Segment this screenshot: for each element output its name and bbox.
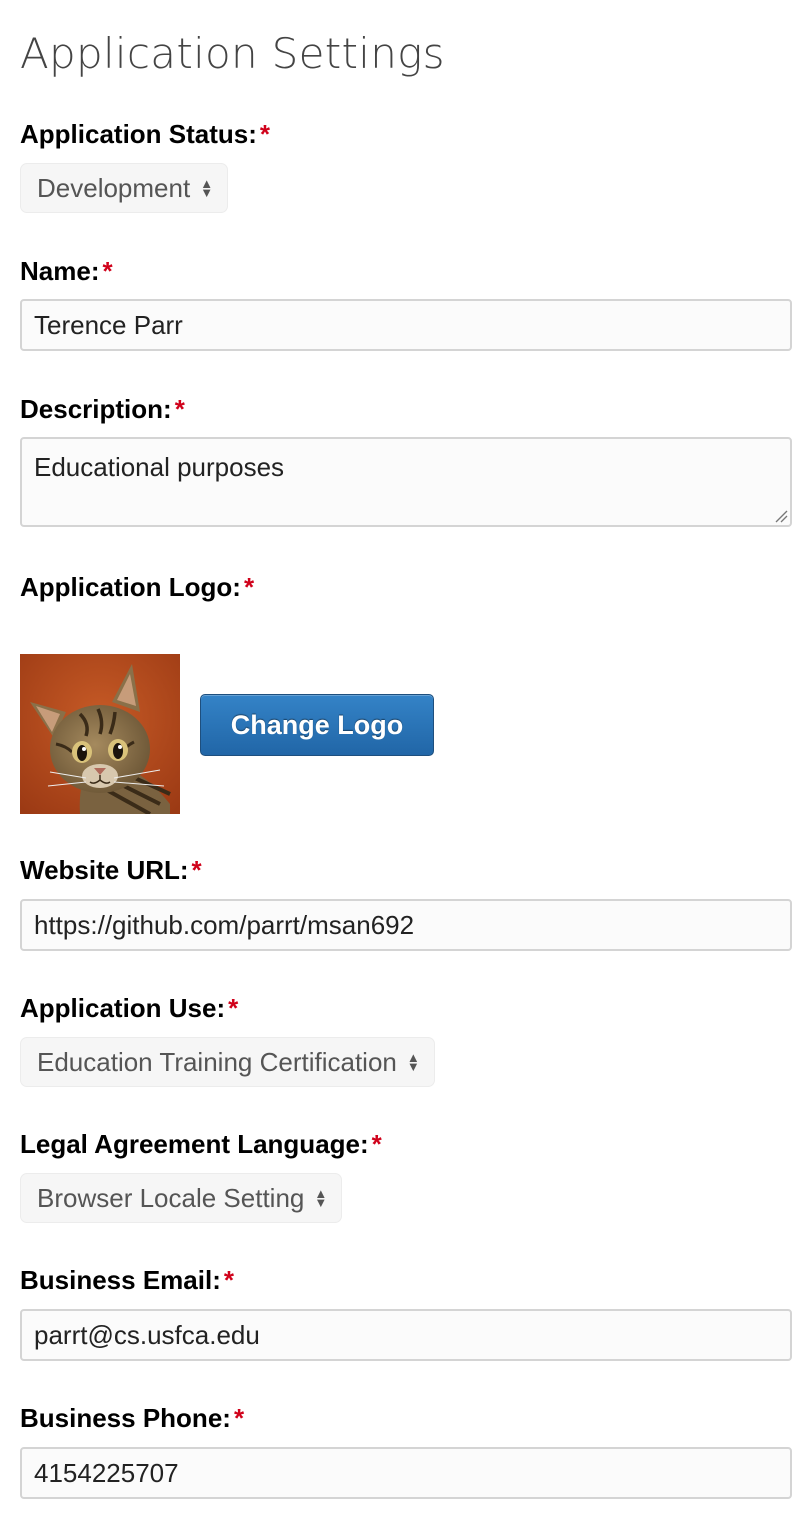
website-url-label-text: Website URL: (20, 855, 189, 885)
business-phone-input[interactable]: 4154225707 (20, 1447, 792, 1499)
name-input[interactable]: Terence Parr (20, 299, 792, 351)
business-phone-label-text: Business Phone: (20, 1403, 231, 1433)
website-url-label: Website URL: * (20, 853, 202, 887)
application-logo-label: Application Logo: * (20, 570, 254, 604)
cat-logo (20, 654, 180, 814)
application-use-value: Education Training Certification (37, 1046, 397, 1077)
business-phone-value: 4154225707 (34, 1457, 179, 1488)
required-marker: * (228, 993, 239, 1023)
application-logo-label-text: Application Logo: (20, 572, 241, 602)
required-marker: * (371, 1129, 382, 1159)
website-url-value: https://github.com/parrt/msan692 (34, 909, 415, 940)
legal-agreement-language-value: Browser Locale Setting (37, 1182, 305, 1213)
name-input-value: Terence Parr (34, 309, 183, 340)
application-status-select[interactable]: Development ▲ ▼ (20, 163, 229, 213)
application-status-label-text: Application Status: (20, 119, 257, 149)
business-email-label-text: Business Email: (20, 1265, 221, 1295)
description-textarea[interactable]: Educational purposes (20, 437, 792, 527)
select-arrows-icon: ▲ ▼ (200, 176, 214, 200)
description-value: Educational purposes (34, 452, 285, 482)
page-title: Application Settings (20, 29, 445, 78)
business-email-value: parrt@cs.usfca.edu (34, 1319, 260, 1350)
cat-logo-image (20, 654, 180, 814)
application-use-select[interactable]: Education Training Certification ▲ ▼ (20, 1037, 435, 1087)
application-status-value: Development (37, 172, 191, 203)
application-use-label-text: Application Use: (20, 993, 226, 1023)
required-marker: * (174, 394, 185, 424)
description-label: Description: * (20, 392, 185, 426)
application-status-label: Application Status: * (20, 117, 270, 151)
name-label-text: Name: (20, 256, 100, 286)
resize-handle-icon[interactable] (774, 509, 788, 523)
required-marker: * (233, 1403, 245, 1433)
legal-agreement-language-select[interactable]: Browser Locale Setting ▲ ▼ (20, 1173, 343, 1223)
website-url-input[interactable]: https://github.com/parrt/msan692 (20, 899, 792, 951)
name-label: Name: * (20, 254, 113, 288)
required-marker: * (102, 256, 113, 286)
business-phone-label: Business Phone: * (20, 1401, 244, 1435)
application-use-label: Application Use: * (20, 991, 238, 1025)
required-marker: * (243, 572, 255, 602)
legal-agreement-language-label-text: Legal Agreement Language: (20, 1129, 369, 1159)
business-email-input[interactable]: parrt@cs.usfca.edu (20, 1309, 792, 1361)
description-label-text: Description: (20, 394, 172, 424)
business-email-label: Business Email: * (20, 1263, 234, 1297)
required-marker: * (191, 855, 202, 885)
change-logo-button[interactable]: Change Logo (200, 694, 434, 756)
select-arrows-icon: ▲ ▼ (406, 1050, 420, 1074)
required-marker: * (223, 1265, 234, 1295)
required-marker: * (259, 119, 271, 149)
legal-agreement-language-label: Legal Agreement Language: * (20, 1127, 382, 1161)
select-arrows-icon: ▲ ▼ (314, 1186, 328, 1210)
